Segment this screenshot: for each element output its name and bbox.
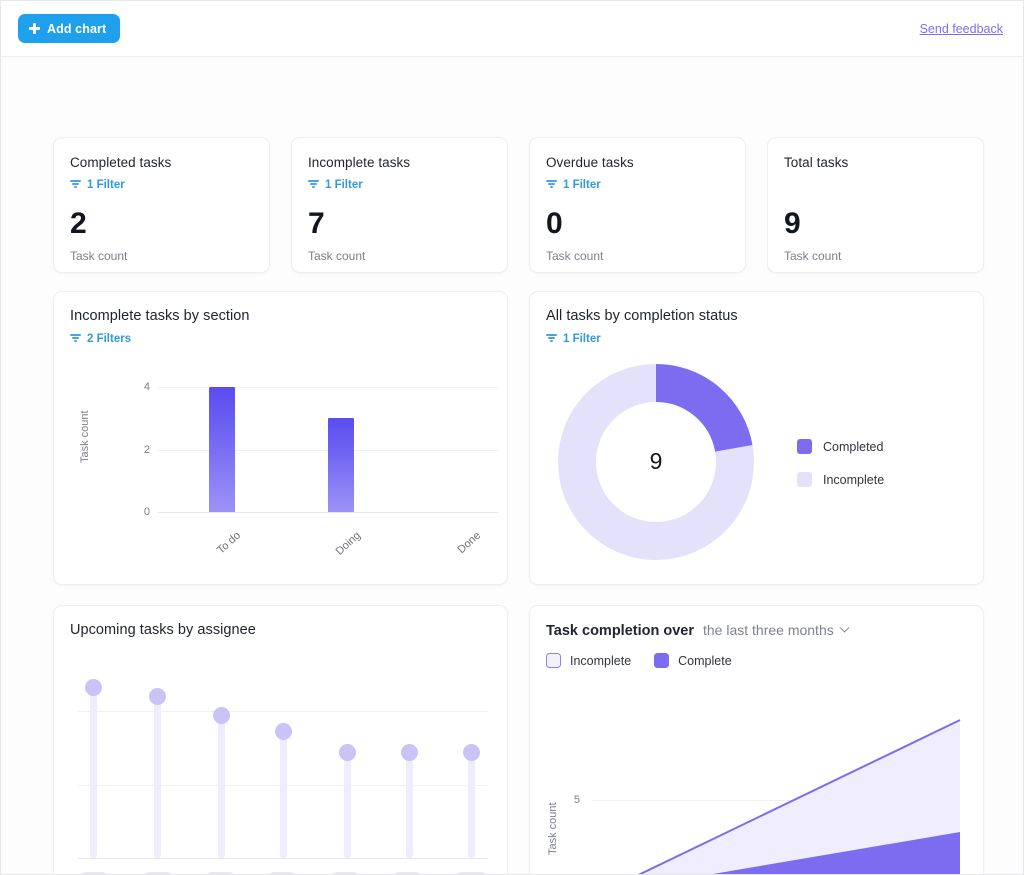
- filter-link[interactable]: 1 Filter: [546, 178, 601, 193]
- stat-card-value: 9: [784, 207, 801, 240]
- stat-card-subtitle: Task count: [546, 249, 604, 263]
- chart-card-incomplete-tasks-by-section[interactable]: Incomplete tasks by section 2 Filters Ta…: [53, 291, 508, 585]
- bar-x-tick-doing: Doing: [333, 529, 364, 558]
- filter-link[interactable]: 1 Filter: [546, 332, 601, 347]
- filter-link[interactable]: 1 Filter: [70, 178, 125, 193]
- dashboard-window: Add chart Send feedback Completed tasks …: [0, 0, 1024, 875]
- lollipop-dot[interactable]: [149, 688, 166, 705]
- bar-y-axis-label: Task count: [79, 410, 91, 463]
- bar-to-do[interactable]: [209, 387, 235, 512]
- bar-y-tick: 4: [143, 381, 150, 393]
- add-chart-label: Add chart: [47, 21, 107, 36]
- donut-center-value: 9: [649, 448, 663, 474]
- legend-item-incomplete[interactable]: Incomplete: [797, 472, 884, 487]
- add-chart-button[interactable]: Add chart: [18, 14, 121, 43]
- stat-card-subtitle: Task count: [308, 249, 366, 263]
- lollipop-stem: [154, 696, 161, 858]
- stat-card-subtitle: Task count: [70, 249, 128, 263]
- lollipop-dot[interactable]: [275, 723, 292, 740]
- lollipop-stem: [406, 752, 413, 858]
- stat-card-title: Overdue tasks: [546, 155, 634, 170]
- bar-x-tick-to-do: To do: [214, 529, 244, 557]
- dashboard-board: Completed tasks 1 Filter 2 Task count In…: [1, 57, 1023, 874]
- stat-card-value: 7: [308, 207, 325, 240]
- legend-label: Completed: [823, 439, 884, 454]
- send-feedback-link[interactable]: Send feedback: [920, 22, 1003, 36]
- legend-item-completed[interactable]: Completed: [797, 439, 884, 454]
- area-chart-plot: Task count 5: [530, 606, 984, 874]
- stat-card-title: Total tasks: [784, 155, 849, 170]
- filter-icon: [546, 180, 557, 190]
- donut-legend: Completed Incomplete: [797, 439, 884, 505]
- bar-y-tick: 2: [143, 444, 150, 456]
- stat-card-total-tasks[interactable]: Total tasks 9 Task count: [767, 137, 984, 273]
- filter-link[interactable]: 1 Filter: [308, 178, 363, 193]
- lollipop-dot[interactable]: [339, 744, 356, 761]
- chart-card-task-completion-over-time[interactable]: Task completion over the last three mont…: [529, 605, 984, 874]
- filter-icon: [546, 334, 557, 344]
- legend-swatch-incomplete: [797, 472, 812, 487]
- lollipop-chart-plot: [54, 606, 509, 874]
- lollipop-stem: [280, 731, 287, 858]
- filter-icon: [308, 180, 319, 190]
- plus-icon: [29, 23, 40, 34]
- stat-card-completed-tasks[interactable]: Completed tasks 1 Filter 2 Task count: [53, 137, 270, 273]
- stat-card-value: 0: [546, 207, 563, 240]
- area-svg: [638, 719, 961, 874]
- stat-card-incomplete-tasks[interactable]: Incomplete tasks 1 Filter 7 Task count: [291, 137, 508, 273]
- x-axis-line: [158, 512, 498, 513]
- lollipop-stem: [90, 687, 97, 858]
- chart-card-upcoming-tasks-by-assignee[interactable]: Upcoming tasks by assignee: [53, 605, 509, 874]
- lollipop-stem: [468, 752, 475, 858]
- filter-label: 1 Filter: [325, 179, 363, 191]
- stat-card-value: 2: [70, 207, 87, 240]
- x-axis-line: [78, 858, 488, 859]
- toolbar: Add chart Send feedback: [1, 1, 1023, 57]
- chart-card-all-tasks-by-completion-status[interactable]: All tasks by completion status 1 Filter …: [529, 291, 984, 585]
- legend-label: Incomplete: [823, 472, 885, 487]
- bar-doing[interactable]: [328, 418, 354, 512]
- legend-swatch-completed: [797, 439, 812, 454]
- lollipop-stem: [218, 715, 225, 858]
- stat-card-title: Completed tasks: [70, 155, 172, 170]
- filter-icon: [70, 180, 81, 190]
- lollipop-stem: [344, 752, 351, 858]
- bar-x-tick-done: Done: [455, 529, 484, 557]
- stat-card-overdue-tasks[interactable]: Overdue tasks 1 Filter 0 Task count: [529, 137, 746, 273]
- filter-label: 1 Filter: [563, 333, 601, 345]
- bar-y-tick: 0: [143, 506, 150, 518]
- lollipop-dot[interactable]: [401, 744, 418, 761]
- chart-title: All tasks by completion status: [546, 308, 738, 324]
- stat-card-title: Incomplete tasks: [308, 155, 411, 170]
- bar-chart-plot: Task count 4 2 0 To do Doing Done: [54, 292, 509, 586]
- donut-chart-plot: 9: [558, 364, 754, 565]
- filter-label: 1 Filter: [87, 179, 125, 191]
- stat-card-subtitle: Task count: [784, 249, 842, 263]
- gridline: [78, 711, 488, 712]
- lollipop-dot[interactable]: [85, 679, 102, 696]
- lollipop-dot[interactable]: [213, 707, 230, 724]
- filter-label: 1 Filter: [563, 179, 601, 191]
- lollipop-dot[interactable]: [463, 744, 480, 761]
